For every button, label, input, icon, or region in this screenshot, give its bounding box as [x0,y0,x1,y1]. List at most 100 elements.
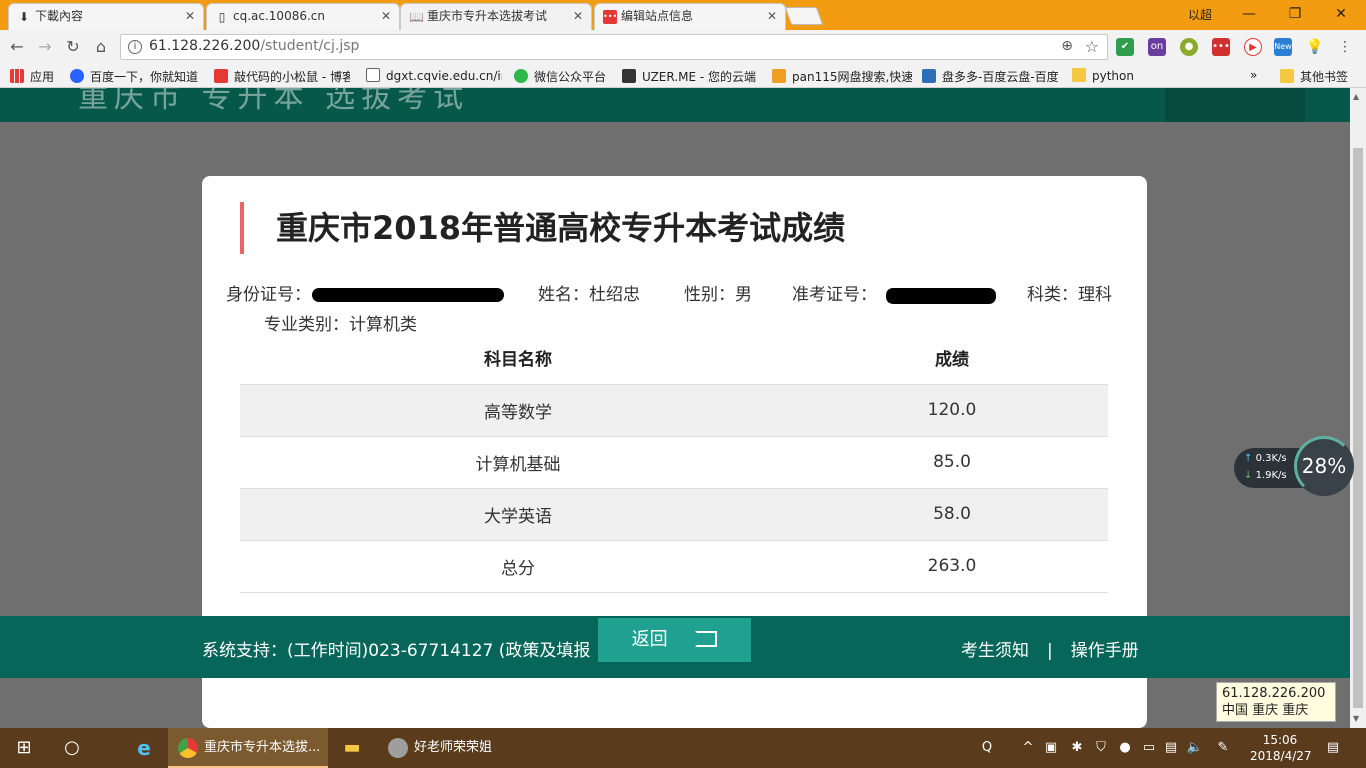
tray-volume-icon[interactable]: 🔈 [1184,728,1206,768]
tab-10086[interactable]: ▯ cq.ac.10086.cn ✕ [206,3,400,30]
tray-pen-icon[interactable]: ✎ [1212,728,1234,768]
tray-network-icon[interactable]: ▤ [1160,728,1182,768]
url-text[interactable]: 61.128.226.200/student/cj.jsp [149,38,359,54]
more-bookmarks-chevron[interactable]: » [1250,68,1257,82]
bookmark-other[interactable]: 其他书签 [1280,68,1348,85]
file-explorer-icon[interactable]: ▬ [328,728,376,768]
bookmark-uzer[interactable]: UZER.ME - 您的云端 [622,68,764,85]
play-extension-icon[interactable]: ▶ [1244,38,1262,56]
bookmark-wechat[interactable]: 微信公众平台 [514,68,606,85]
globe-extension-icon[interactable]: ● [1180,38,1198,56]
bookmark-blog[interactable]: 敲代码的小松鼠 - 博客 [214,68,350,85]
score-cell: 58.0 [796,488,1108,541]
redacted-ticket-number [886,288,996,304]
back-arrow-icon[interactable]: ← [6,36,28,58]
pan115-icon [772,69,786,83]
system-clock[interactable]: 15:06 2018/4/27 [1250,732,1312,764]
back-button-label: 返回 [631,629,668,650]
cortana-circle-icon[interactable]: ○ [48,728,96,768]
profile-name[interactable]: 以超 [1188,6,1212,23]
close-icon[interactable]: ✕ [767,4,777,29]
bulb-extension-icon[interactable]: 💡 [1306,38,1324,56]
taskbar-chrome-task[interactable]: 重庆市专升本选拔... [168,728,328,768]
bookmark-panduoduo[interactable]: 盘多多-百度云盘-百度 [922,68,1062,85]
subject-cell: 大学英语 [240,488,796,541]
bookmark-python[interactable]: python [1072,68,1134,83]
scroll-down-icon[interactable]: ▼ [1353,714,1359,723]
subject-cell: 高等数学 [240,384,796,437]
bookmark-dgxt[interactable]: dgxt.cqvie.edu.cn/in [366,68,502,83]
bookmark-pan115[interactable]: pan115网盘搜索,快速 [772,68,912,85]
chrome-icon [178,738,198,758]
score-cell: 85.0 [796,436,1108,489]
forward-arrow-icon[interactable]: → [34,36,56,58]
new-extension-icon[interactable]: New [1274,38,1292,56]
ip-location: 中国 重庆 重庆 [1222,703,1309,718]
table-row: 大学英语 58.0 [240,488,1108,541]
bookmark-label: 百度一下，你就知道 [90,70,199,84]
new-tab-button[interactable] [784,7,824,25]
scrollbar-thumb[interactable] [1353,148,1363,708]
tray-qq-icon[interactable]: ● [1114,728,1136,768]
page-scrollbar[interactable]: ▲ ▼ [1350,88,1366,728]
tray-expand-icon[interactable]: ^ [1018,728,1038,768]
bookmark-star-icon[interactable]: ☆ [1085,37,1099,56]
zoom-icon[interactable]: ⊕ [1061,38,1073,54]
clock-time: 15:06 [1262,733,1298,747]
download-speed-value: 1.9K/s [1255,470,1287,481]
table-row-total: 总分 263.0 [240,540,1108,593]
ip-address: 61.128.226.200 [1222,686,1326,701]
address-bar[interactable]: i 61.128.226.200/student/cj.jsp ⊕ ☆ [120,34,1108,60]
bookmark-apps[interactable]: 应用 [10,68,54,85]
windows-taskbar: ⊞ ○ e 重庆市专升本选拔... ▬ 好老师荣荣姐 Q ^ ▣ ✱ ⛉ ● ▭… [0,728,1366,768]
scroll-up-icon[interactable]: ▲ [1353,92,1359,101]
tray-bluetooth-icon[interactable]: ✱ [1066,728,1088,768]
score-cell: 120.0 [796,384,1108,437]
tray-app-icon[interactable]: ▣ [1040,728,1062,768]
pan-icon [922,69,936,83]
notice-link[interactable]: 考生须知 [961,641,1029,661]
restore-icon[interactable]: ❐ [1272,0,1318,28]
qq-search-icon[interactable]: Q [976,728,998,768]
footer-links: 考生须知 | 操作手册 [961,636,1139,661]
info-icon[interactable]: i [128,40,142,54]
tab-title: 重庆市专升本选拔考试 [427,9,548,23]
page-viewport: 重庆市 专升本 选拔考试 重庆市2018年普通高校专升本考试成绩 身份证号： 姓… [0,88,1350,728]
notification-center-icon[interactable]: ▤ [1318,728,1348,768]
close-window-icon[interactable]: ✕ [1318,0,1364,28]
bookmark-label: UZER.ME - 您的云端 [642,70,756,84]
bookmark-label: python [1092,69,1134,83]
on-badge: on [1150,41,1164,52]
tab-downloads[interactable]: ⬇ 下載內容 ✕ [8,3,204,30]
tab-site-info[interactable]: ••• 编辑站点信息 ✕ [594,3,786,30]
score-cell: 263.0 [796,540,1108,593]
baidu-paw-icon [70,69,84,83]
windows-start-icon[interactable]: ⊞ [0,728,48,768]
tab-exam-active[interactable]: 📖 重庆市专升本选拔考试 ✕ [400,3,592,30]
on-extension-icon[interactable]: on [1148,38,1166,56]
taskbar-other-task[interactable]: 好老师荣荣姐 [378,728,538,768]
manual-link[interactable]: 操作手册 [1071,641,1139,661]
tab-title: cq.ac.10086.cn [233,9,325,23]
close-icon[interactable]: ✕ [573,4,583,29]
memory-percent-badge[interactable]: 28% [1294,436,1354,496]
ip-location-tooltip: 61.128.226.200 中国 重庆 重庆 [1216,682,1336,722]
bookmark-label: pan115网盘搜索,快速 [792,70,912,84]
download-icon: ⬇ [18,10,30,24]
back-button[interactable]: 返回 [598,618,751,662]
url-host: 61.128.226.200 [149,38,261,54]
reload-icon[interactable]: ↻ [62,36,84,58]
bookmark-baidu[interactable]: 百度一下，你就知道 [70,68,204,85]
tray-shield-icon[interactable]: ⛉ [1090,728,1112,768]
task-label: 好老师荣荣姐 [414,740,493,755]
shield-extension-icon[interactable]: ✔ [1116,38,1134,56]
tray-battery-icon[interactable]: ▭ [1138,728,1160,768]
minimize-icon[interactable]: — [1226,0,1272,28]
edge-browser-icon[interactable]: e [120,728,168,768]
dots-extension-icon[interactable]: ••• [1212,38,1230,56]
task-label: 重庆市专升本选拔... [204,740,321,755]
close-icon[interactable]: ✕ [381,4,391,29]
home-icon[interactable]: ⌂ [90,36,112,58]
menu-kebab-icon[interactable]: ⋮ [1336,38,1354,56]
close-icon[interactable]: ✕ [185,4,195,29]
